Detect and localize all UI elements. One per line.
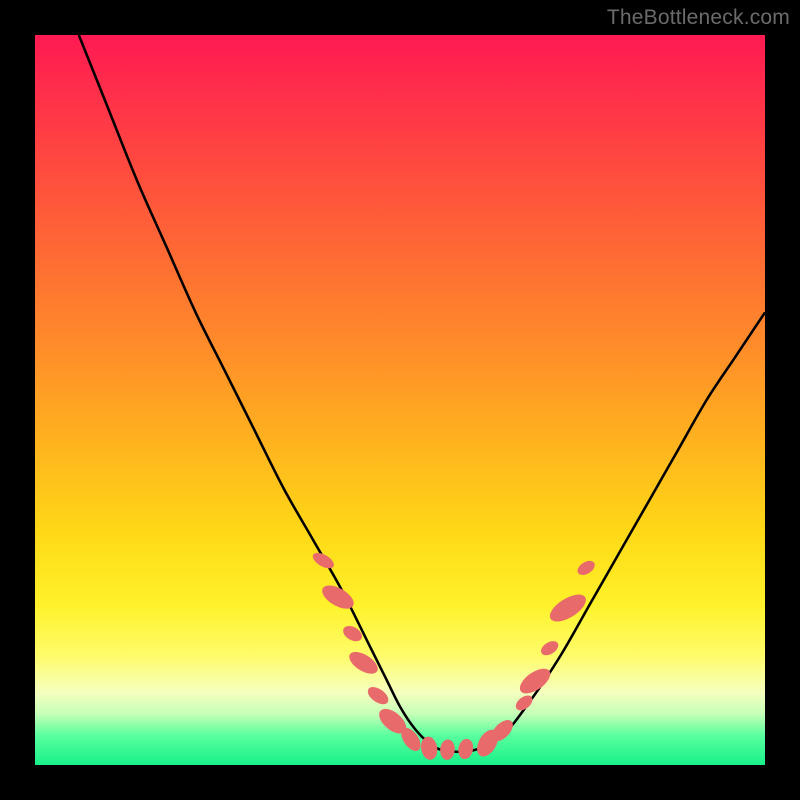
curve-marker xyxy=(310,550,336,572)
curve-marker xyxy=(419,735,439,761)
chart-frame: TheBottleneck.com xyxy=(0,0,800,800)
curve-marker xyxy=(575,558,597,578)
plot-area xyxy=(35,35,765,765)
curve-marker xyxy=(346,647,382,678)
curve-marker xyxy=(546,589,591,627)
curve-marker xyxy=(539,638,561,658)
curve-marker xyxy=(456,737,475,760)
bottleneck-curve xyxy=(79,35,765,752)
watermark-text: TheBottleneck.com xyxy=(607,6,790,30)
curve-marker xyxy=(365,684,392,708)
curve-marker xyxy=(439,739,455,761)
curve-layer xyxy=(35,35,765,765)
